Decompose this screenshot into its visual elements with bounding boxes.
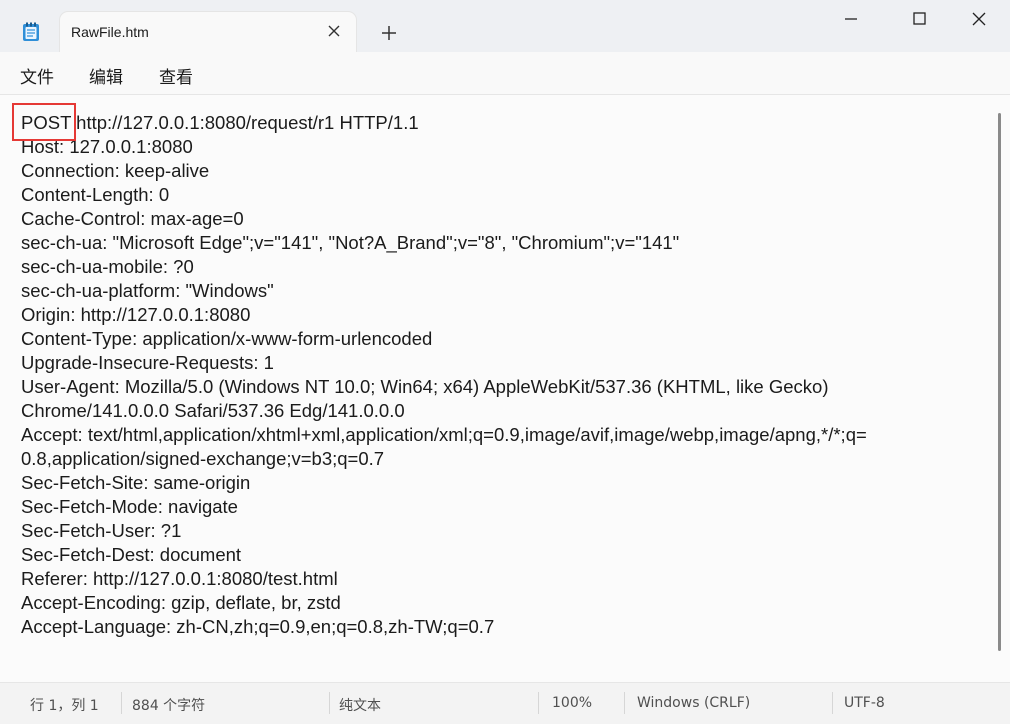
plus-icon[interactable] — [378, 22, 400, 44]
highlight-box — [12, 103, 76, 141]
notepad-icon — [23, 22, 39, 41]
encoding[interactable]: UTF-8 — [844, 695, 885, 711]
document-line: Chrome/141.0.0.0 Safari/537.36 Edg/141.0… — [21, 400, 405, 421]
tab-rawfile[interactable]: RawFile.htm — [60, 12, 356, 54]
document-line: sec-ch-ua-mobile: ?0 — [21, 256, 194, 277]
document-line: Accept: text/html,application/xhtml+xml,… — [21, 424, 867, 445]
menu-file[interactable]: 文件 — [20, 63, 54, 88]
divider — [624, 692, 625, 714]
tab-title: RawFile.htm — [71, 24, 149, 40]
zoom-level[interactable]: 100% — [552, 695, 592, 711]
close-icon[interactable] — [324, 21, 344, 41]
text-editor[interactable]: POST http://127.0.0.1:8080/request/r1 HT… — [0, 94, 1010, 683]
document-line: POST http://127.0.0.1:8080/request/r1 HT… — [21, 112, 419, 133]
document-line: sec-ch-ua-platform: "Windows" — [21, 280, 274, 301]
menu-bar: 文件 编辑 查看 — [0, 52, 1010, 137]
menu-edit[interactable]: 编辑 — [89, 63, 123, 88]
line-ending[interactable]: Windows (CRLF) — [637, 695, 750, 711]
status-bar: 行 1，列 1 884 个字符 纯文本 100% Windows (CRLF) … — [0, 682, 1010, 724]
document-line: Host: 127.0.0.1:8080 — [21, 136, 193, 157]
maximize-icon[interactable] — [896, 8, 942, 30]
char-count: 884 个字符 — [132, 698, 206, 714]
close-window-icon[interactable] — [956, 8, 1002, 30]
document-line: Connection: keep-alive — [21, 160, 210, 181]
document-line: Sec-Fetch-Site: same-origin — [21, 472, 251, 493]
document-line: Origin: http://127.0.0.1:8080 — [21, 304, 251, 325]
divider — [832, 692, 833, 714]
document-line: Referer: http://127.0.0.1:8080/test.html — [21, 568, 338, 589]
cursor-position: 行 1，列 1 — [30, 698, 99, 714]
text-format[interactable]: 纯文本 — [339, 695, 381, 715]
document-line: Cache-Control: max-age=0 — [21, 208, 244, 229]
divider — [538, 692, 539, 714]
document-line: Accept-Encoding: gzip, deflate, br, zstd — [21, 592, 341, 613]
document-line: Sec-Fetch-User: ?1 — [21, 520, 182, 541]
document-line: Content-Length: 0 — [21, 184, 170, 205]
document-text[interactable]: POST http://127.0.0.1:8080/request/r1 HT… — [21, 111, 981, 639]
document-line: Accept-Language: zh-CN,zh;q=0.9,en;q=0.8… — [21, 616, 495, 637]
title-bar: RawFile.htm — [0, 0, 1010, 54]
menu-view[interactable]: 查看 — [159, 63, 193, 88]
document-line: Content-Type: application/x-www-form-url… — [21, 328, 433, 349]
document-line: sec-ch-ua: "Microsoft Edge";v="141", "No… — [21, 232, 680, 253]
document-line: User-Agent: Mozilla/5.0 (Windows NT 10.0… — [21, 376, 829, 397]
minimize-icon[interactable] — [828, 8, 874, 30]
document-line: 0.8,application/signed-exchange;v=b3;q=0… — [21, 448, 385, 469]
document-line: Upgrade-Insecure-Requests: 1 — [21, 352, 274, 373]
document-line: Sec-Fetch-Mode: navigate — [21, 496, 238, 517]
divider — [329, 692, 330, 714]
document-line: Sec-Fetch-Dest: document — [21, 544, 242, 565]
vertical-scrollbar[interactable] — [998, 113, 1001, 651]
divider — [121, 692, 122, 714]
